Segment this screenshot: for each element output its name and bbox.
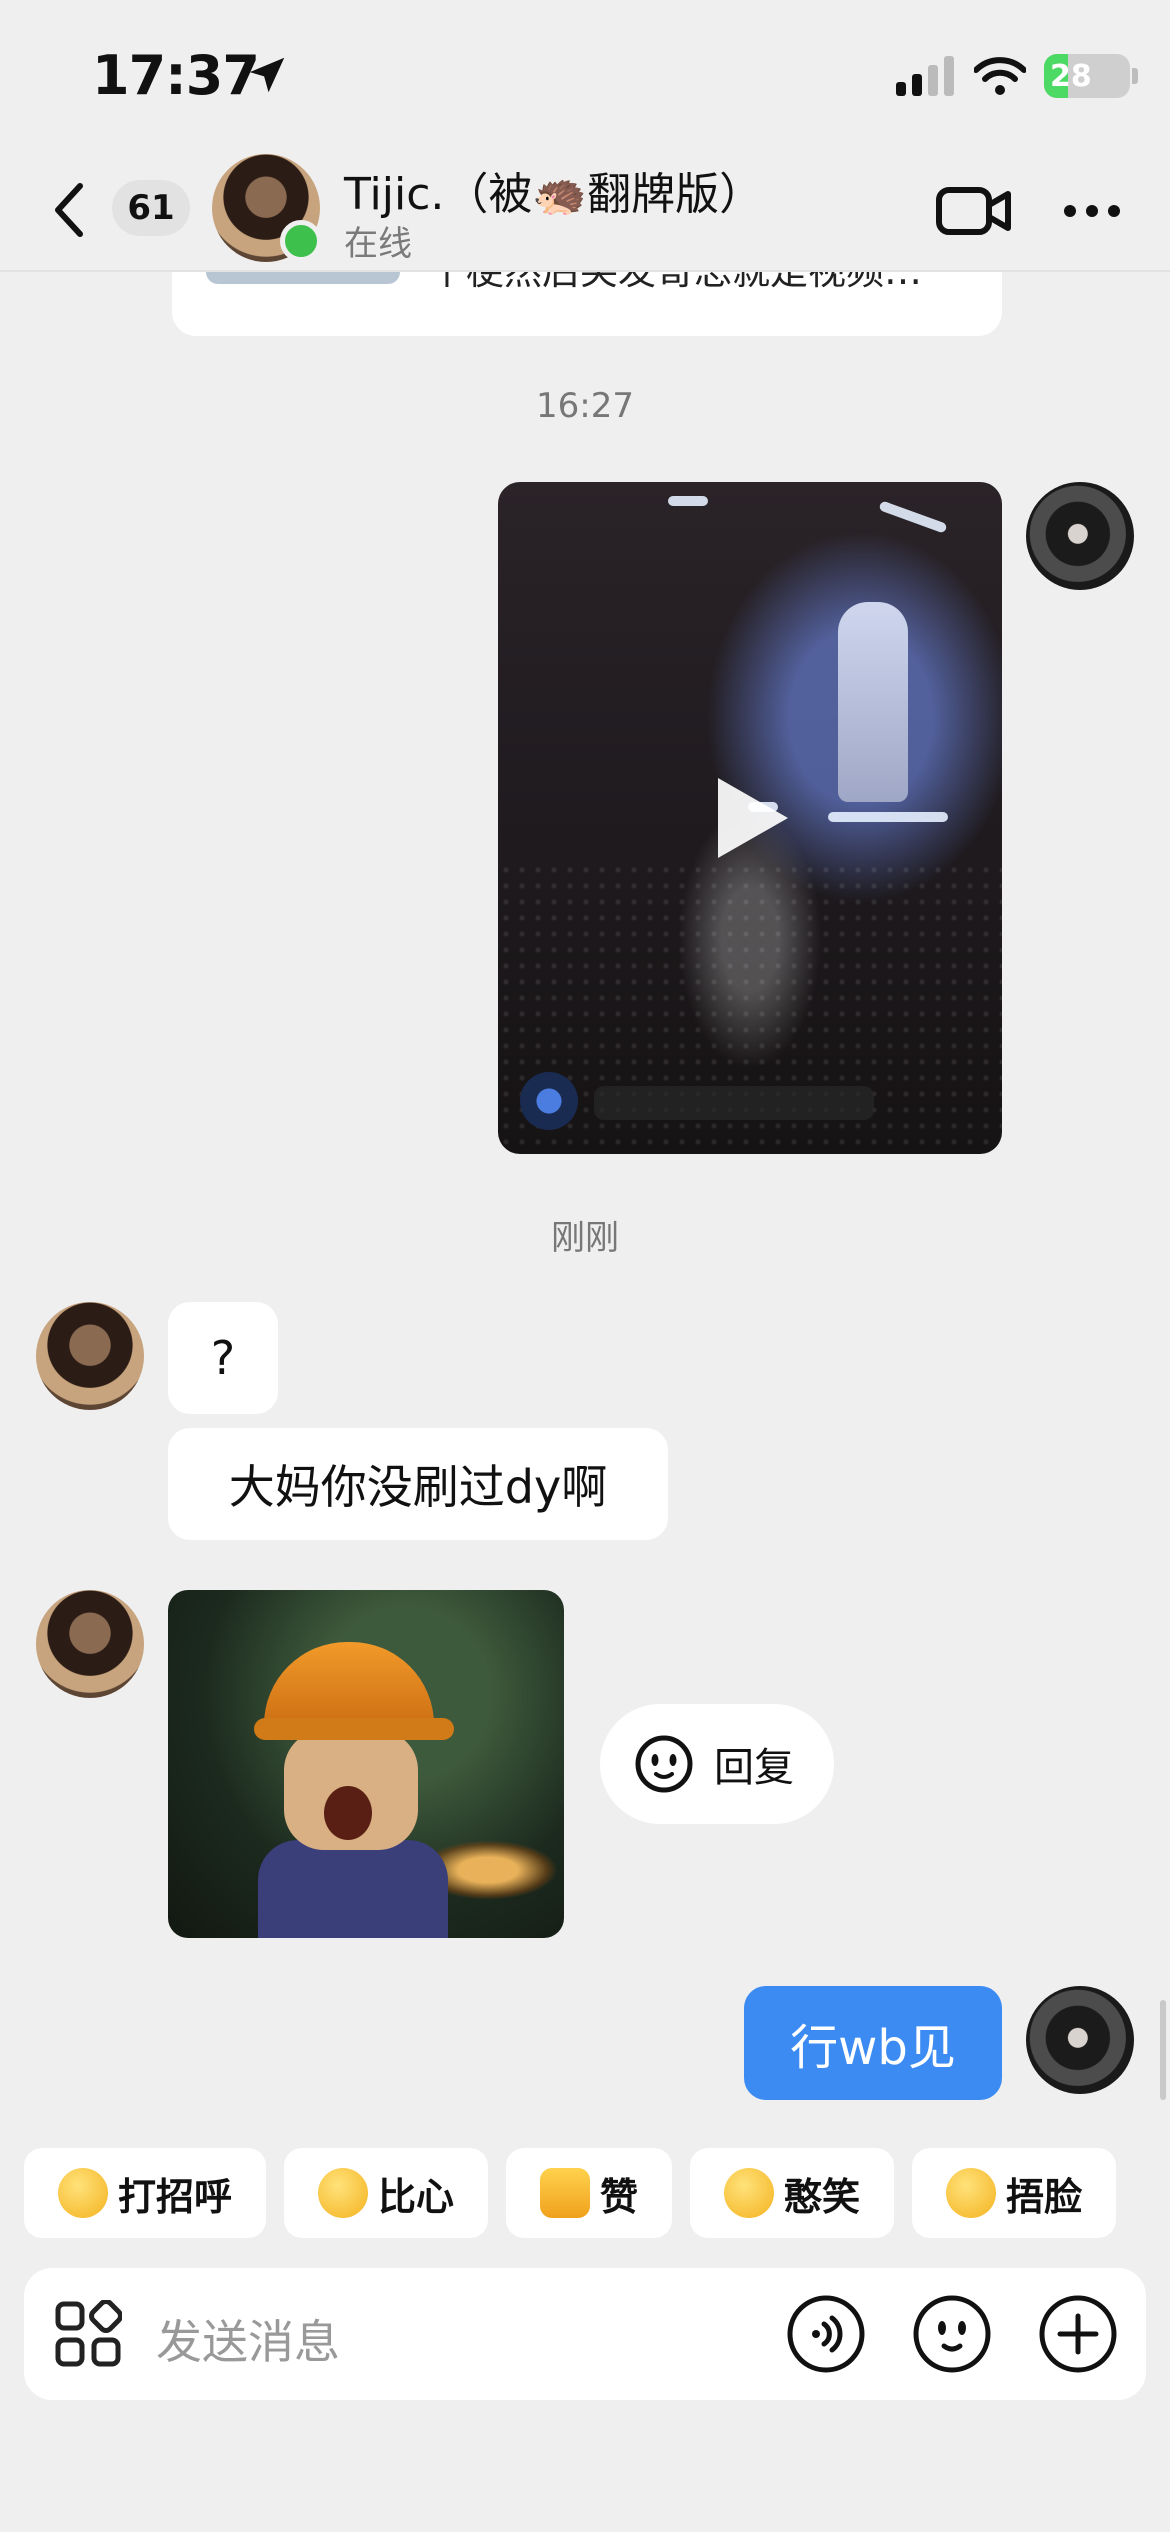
play-icon[interactable] bbox=[718, 778, 788, 858]
message-timestamp: 16:27 bbox=[536, 386, 634, 426]
chip-facepalm[interactable]: 捂脸 bbox=[912, 2148, 1117, 2238]
status-icons: 28 bbox=[896, 52, 1138, 100]
my-avatar[interactable] bbox=[1026, 1986, 1134, 2094]
outgoing-message-bubble[interactable]: 行wb见 bbox=[744, 1986, 1002, 2100]
online-status-dot bbox=[280, 220, 322, 262]
contact-message-avatar[interactable] bbox=[36, 1590, 144, 1698]
status-time: 17:37 bbox=[92, 44, 260, 107]
smiley-icon bbox=[635, 1735, 693, 1793]
quick-reply-chips: 打招呼 比心 赞 憨笑 捂脸 bbox=[24, 2148, 1117, 2238]
voice-icon[interactable] bbox=[786, 2294, 866, 2374]
chip-heart[interactable]: 比心 bbox=[284, 2148, 489, 2238]
apps-grid-icon[interactable] bbox=[54, 2300, 122, 2368]
message-input-bar: 发送消息 bbox=[24, 2268, 1146, 2400]
video-message[interactable] bbox=[498, 482, 1002, 1154]
video-call-icon[interactable] bbox=[936, 178, 1012, 244]
unread-count-badge[interactable]: 61 bbox=[112, 180, 190, 236]
location-arrow-icon bbox=[249, 57, 285, 93]
chip-greet[interactable]: 打招呼 bbox=[24, 2148, 267, 2238]
my-avatar[interactable] bbox=[1026, 482, 1134, 590]
battery-indicator: 28 bbox=[1044, 54, 1130, 98]
back-arrow-icon[interactable] bbox=[46, 180, 96, 240]
contact-message-avatar[interactable] bbox=[36, 1302, 144, 1410]
wifi-icon bbox=[974, 57, 1026, 95]
contact-name[interactable]: Tijic.（被🦔翻牌版） bbox=[344, 158, 763, 222]
waving-emoji-icon bbox=[58, 2168, 108, 2218]
grin-emoji-icon bbox=[724, 2168, 775, 2218]
add-icon[interactable] bbox=[1038, 2294, 1118, 2374]
video-caption bbox=[594, 1086, 874, 1120]
scrollbar[interactable] bbox=[1160, 2000, 1166, 2100]
facepalm-emoji-icon bbox=[946, 2168, 997, 2218]
reply-label: 回复 bbox=[714, 1745, 794, 1791]
sticker-image[interactable] bbox=[168, 1590, 564, 1938]
chat-header: 61 Tijic.（被🦔翻牌版） 在线 bbox=[0, 150, 1170, 272]
incoming-message-bubble[interactable]: ? bbox=[168, 1302, 278, 1414]
incoming-message-bubble[interactable]: 大妈你没刷过dy啊 bbox=[168, 1428, 668, 1540]
chip-like[interactable]: 赞 bbox=[506, 2148, 673, 2238]
video-author-avatar bbox=[520, 1072, 578, 1130]
thumbs-up-emoji-icon bbox=[540, 2168, 591, 2218]
chip-grin[interactable]: 憨笑 bbox=[690, 2148, 895, 2238]
more-options-icon[interactable] bbox=[1060, 184, 1124, 238]
signal-icon bbox=[896, 56, 954, 96]
contact-status: 在线 bbox=[344, 224, 412, 264]
message-timestamp: 刚刚 bbox=[551, 1218, 619, 1258]
message-input[interactable]: 发送消息 bbox=[156, 2306, 340, 2372]
heart-hands-emoji-icon bbox=[318, 2168, 369, 2218]
emoji-icon[interactable] bbox=[912, 2294, 992, 2374]
quick-reply-button[interactable]: 回复 bbox=[600, 1704, 834, 1824]
video-thumbnail-performer bbox=[838, 602, 908, 802]
